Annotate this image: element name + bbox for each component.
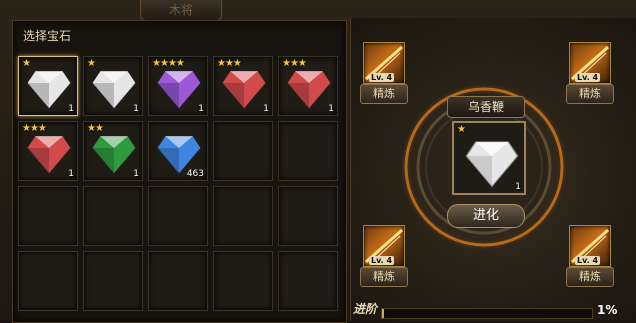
weapon-name-label: 乌香鞭 (447, 96, 525, 118)
gem-slot[interactable] (83, 186, 143, 246)
skill-slot-bottom-right[interactable]: Lv. 4 精炼 (566, 225, 614, 287)
skill-level: Lv. 4 (369, 256, 395, 265)
gem-icon (91, 135, 137, 175)
gem-stars: ★ (22, 58, 31, 69)
gem-stars: ★★★ (217, 58, 242, 69)
gem-slot[interactable] (213, 121, 273, 181)
advance-progress-bar (381, 308, 593, 319)
gem-slot[interactable] (278, 121, 338, 181)
gem-count: 1 (515, 182, 521, 192)
gem-stars: ★★★ (282, 58, 307, 69)
gem-slot[interactable]: ★ 1 (83, 56, 143, 116)
skill-slot-top-left[interactable]: Lv. 4 精炼 (360, 42, 408, 104)
skill-level: Lv. 4 (369, 73, 395, 82)
tab-top[interactable]: 木将 (140, 0, 222, 21)
gem-slot[interactable]: 463 (148, 121, 208, 181)
gem-slot[interactable] (213, 251, 273, 311)
progress-percent: 1% (597, 303, 618, 317)
progress-label: 进阶 (353, 302, 378, 316)
panel-title: 选择宝石 (23, 29, 72, 43)
gem-count: 1 (198, 104, 204, 114)
gem-count: 463 (186, 169, 204, 179)
gem-icon (221, 70, 267, 110)
gem-stars: ★ (457, 124, 466, 135)
gem-stars: ★★★★ (152, 58, 185, 69)
refine-button[interactable]: 精炼 (360, 84, 408, 104)
gem-slot[interactable] (18, 186, 78, 246)
skill-level: Lv. 4 (575, 256, 601, 265)
gem-count: 1 (263, 104, 269, 114)
gem-slot[interactable]: ★ 1 (18, 56, 78, 116)
gem-slot[interactable]: ★★★ 1 (278, 56, 338, 116)
gem-icon (286, 70, 332, 110)
center-gem-slot[interactable]: ★ 1 (452, 121, 526, 195)
weapon-skill-icon: Lv. 4 (569, 225, 611, 267)
gem-slot[interactable] (278, 251, 338, 311)
gem-icon (91, 70, 137, 110)
gem-slot[interactable] (148, 186, 208, 246)
gem-slot[interactable] (213, 186, 273, 246)
gem-select-panel: 选择宝石 ★ 1 ★ 1 ★★★★ 1 ★★★ 1 ★★★ 1 ★★★ 1 ★★ 1 463 (12, 20, 347, 323)
skill-slot-bottom-left[interactable]: Lv. 4 精炼 (360, 225, 408, 287)
gem-icon (156, 70, 202, 110)
refine-button[interactable]: 精炼 (360, 267, 408, 287)
gem-icon (26, 135, 72, 175)
gem-slot[interactable]: ★★★ 1 (213, 56, 273, 116)
gem-slot[interactable]: ★★★★ 1 (148, 56, 208, 116)
refine-button[interactable]: 精炼 (566, 267, 614, 287)
gem-slot[interactable]: ★★ 1 (83, 121, 143, 181)
skill-level: Lv. 4 (575, 73, 601, 82)
gem-count: 1 (133, 169, 139, 179)
gem-stars: ★★ (87, 123, 104, 134)
refine-button[interactable]: 精炼 (566, 84, 614, 104)
gem-slot[interactable] (148, 251, 208, 311)
evolve-button[interactable]: 进化 (447, 204, 525, 228)
weapon-skill-icon: Lv. 4 (569, 42, 611, 84)
gem-count: 1 (133, 104, 139, 114)
gem-icon (26, 70, 72, 110)
gem-count: 1 (68, 169, 74, 179)
gem-icon (465, 141, 519, 188)
gem-stars: ★★★ (22, 123, 47, 134)
skill-slot-top-right[interactable]: Lv. 4 精炼 (566, 42, 614, 104)
gem-slot[interactable] (83, 251, 143, 311)
gem-slot[interactable]: ★★★ 1 (18, 121, 78, 181)
gem-slot[interactable] (278, 186, 338, 246)
progress-fill (382, 309, 385, 318)
gem-slot[interactable] (18, 251, 78, 311)
gem-stars: ★ (87, 58, 96, 69)
weapon-skill-icon: Lv. 4 (363, 225, 405, 267)
gem-count: 1 (328, 104, 334, 114)
weapon-skill-icon: Lv. 4 (363, 42, 405, 84)
gem-count: 1 (68, 104, 74, 114)
